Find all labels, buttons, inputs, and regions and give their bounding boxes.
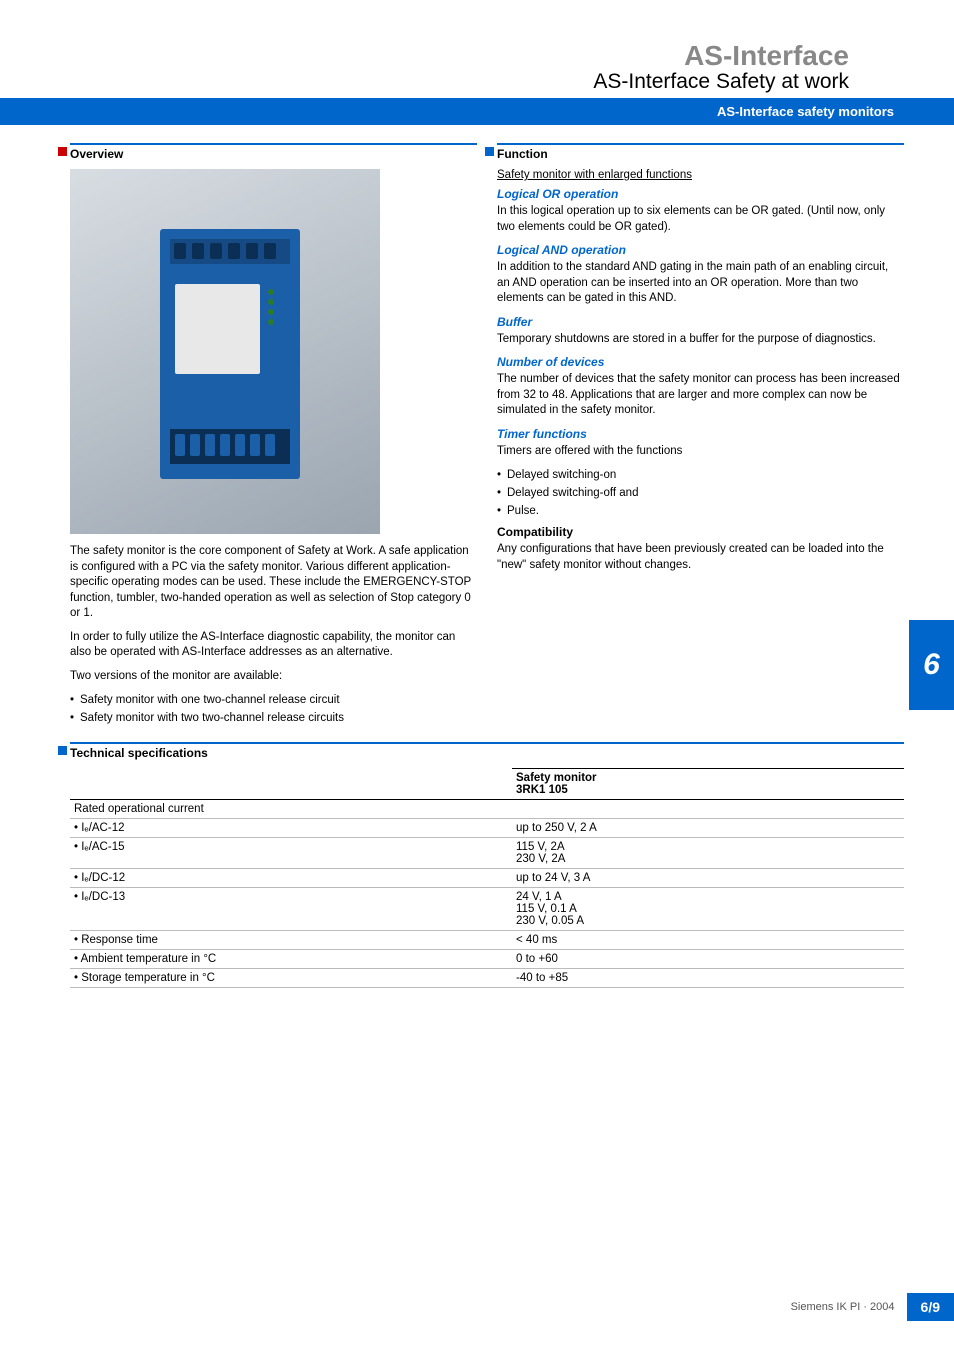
body-text: In addition to the standard AND gating i… [497,260,904,307]
table-cell-param: • Iₑ/AC-15 [70,838,512,869]
body-text: In this logical operation up to six elem… [497,204,904,235]
table-header: Safety monitor 3RK1 105 [512,769,904,800]
subheading: Number of devices [497,355,904,369]
list-item: Safety monitor with one two-channel rele… [70,692,477,708]
overview-heading: Overview [70,143,477,161]
compat-heading: Compatibility [497,525,904,539]
chapter-tab: 6 [909,620,954,710]
body-text: Any configurations that have been previo… [497,542,904,573]
overview-paragraph: In order to fully utilize the AS-Interfa… [70,630,477,661]
table-row: • Storage temperature in °C-40 to +85 [70,969,904,988]
function-intro: Safety monitor with enlarged functions [497,169,904,181]
table-cell-param: • Response time [70,931,512,950]
tech-heading: Technical specifications [70,742,904,760]
subheading: Logical OR operation [497,187,904,201]
table-cell-value: 24 V, 1 A 115 V, 0.1 A 230 V, 0.05 A [512,888,904,931]
tech-table: Safety monitor 3RK1 105 Rated operationa… [70,768,904,988]
list-item: Pulse. [497,503,904,519]
overview-paragraph: The safety monitor is the core component… [70,544,477,622]
table-cell-param: • Iₑ/DC-12 [70,869,512,888]
function-heading: Function [497,143,904,161]
table-row: • Iₑ/DC-12up to 24 V, 3 A [70,869,904,888]
body-text: Timers are offered with the functions [497,444,904,460]
table-row: Rated operational current [70,800,904,819]
table-cell-param: • Iₑ/DC-13 [70,888,512,931]
list-item: Delayed switching-off and [497,485,904,501]
table-cell-value: 0 to +60 [512,950,904,969]
table-row: • Iₑ/AC-12up to 250 V, 2 A [70,819,904,838]
timer-list: Delayed switching-on Delayed switching-o… [497,467,904,519]
subheading: Buffer [497,315,904,329]
table-cell-param: • Ambient temperature in °C [70,950,512,969]
table-cell-value: 115 V, 2A 230 V, 2A [512,838,904,869]
table-cell-param: • Iₑ/AC-12 [70,819,512,838]
table-row: • Ambient temperature in °C0 to +60 [70,950,904,969]
table-cell-value: up to 250 V, 2 A [512,819,904,838]
table-cell-value: up to 24 V, 3 A [512,869,904,888]
table-cell-param: Rated operational current [70,800,512,819]
table-cell-value: -40 to +85 [512,969,904,988]
body-text: The number of devices that the safety mo… [497,372,904,419]
table-cell-value: < 40 ms [512,931,904,950]
table-row: • Response time< 40 ms [70,931,904,950]
section-bar: AS-Interface safety monitors [0,98,954,125]
table-row: • Iₑ/AC-15115 V, 2A 230 V, 2A [70,838,904,869]
list-item: Delayed switching-on [497,467,904,483]
subheading: Timer functions [497,427,904,441]
page-subtitle: AS-Interface Safety at work [70,70,849,94]
table-row: • Iₑ/DC-1324 V, 1 A 115 V, 0.1 A 230 V, … [70,888,904,931]
page-title: AS-Interface [70,40,849,72]
body-text: Temporary shutdowns are stored in a buff… [497,332,904,348]
subheading: Logical AND operation [497,243,904,257]
overview-paragraph: Two versions of the monitor are availabl… [70,669,477,685]
overview-list: Safety monitor with one two-channel rele… [70,692,477,726]
footer-page-number: 6/9 [907,1293,954,1321]
table-cell-value [512,800,904,819]
product-image [70,169,380,534]
footer-text: Siemens IK PI · 2004 [791,1301,895,1313]
table-cell-param: • Storage temperature in °C [70,969,512,988]
list-item: Safety monitor with two two-channel rele… [70,710,477,726]
